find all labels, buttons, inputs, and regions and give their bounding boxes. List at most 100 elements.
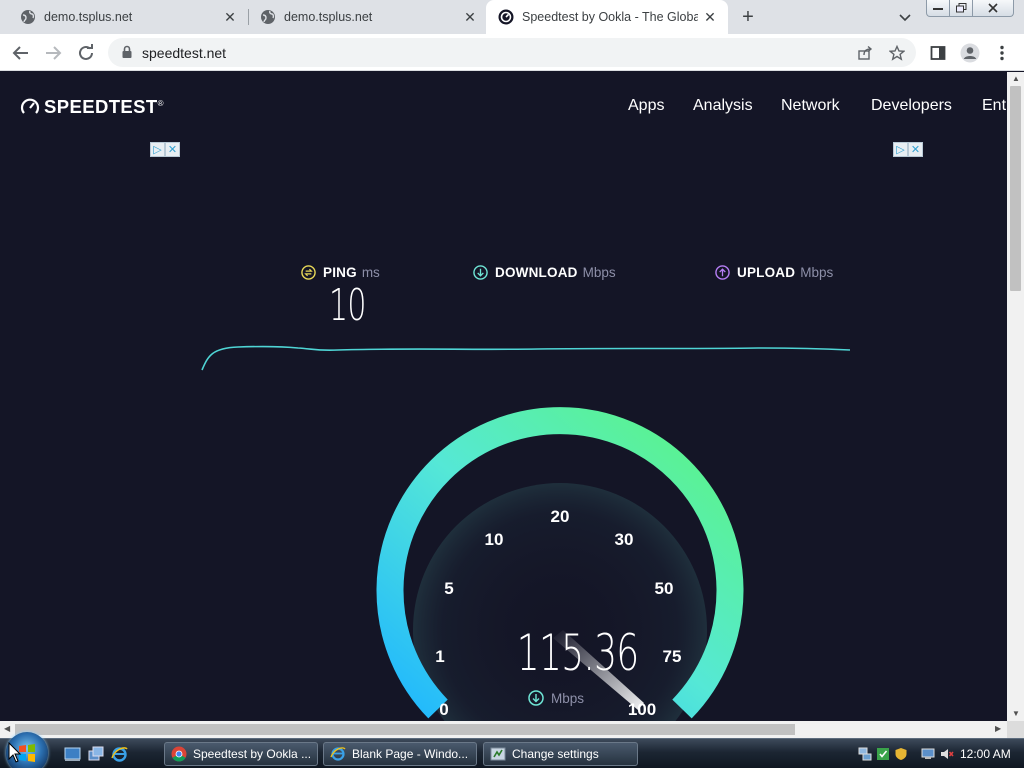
share-icon[interactable] xyxy=(857,45,873,61)
back-button[interactable] xyxy=(10,42,32,64)
download-arrow-icon xyxy=(528,690,544,706)
speed-unit-label: Mbps xyxy=(551,690,585,706)
ad-choices-left[interactable]: ▷ ✕ xyxy=(150,142,180,157)
taskbar-item-label: Blank Page - Windo... xyxy=(352,747,469,761)
tab-title: demo.tsplus.net xyxy=(284,10,373,24)
volume-muted-icon[interactable] xyxy=(940,747,954,761)
nav-developers[interactable]: Developers xyxy=(871,97,952,115)
taskbar: Speedtest by Ookla ... Blank Page - Wind… xyxy=(0,732,1024,768)
settings-icon xyxy=(490,747,506,761)
internet-explorer-icon[interactable] xyxy=(111,746,128,762)
download-arrow-icon xyxy=(473,265,488,280)
ping-metric: PING ms xyxy=(301,265,380,280)
arrow-right-icon xyxy=(46,46,62,60)
taskbar-item-change-settings[interactable]: Change settings xyxy=(483,742,638,766)
mouse-cursor-icon xyxy=(8,742,22,763)
horizontal-scrollbar[interactable]: ◀ ▶ xyxy=(0,721,1007,738)
gauge-tick-label: 1 xyxy=(435,647,444,666)
download-speed-value: 115.36 xyxy=(516,624,639,682)
nav-analysis[interactable]: Analysis xyxy=(693,97,753,115)
ad-choices-right[interactable]: ▷ ✕ xyxy=(893,142,923,157)
gauge-tick-label: 10 xyxy=(485,530,504,549)
close-window-button[interactable] xyxy=(972,0,1014,17)
tab-close-icon[interactable]: ✕ xyxy=(702,9,718,25)
upload-metric: UPLOAD Mbps xyxy=(715,265,833,280)
gauge-tick-label: 100 xyxy=(628,700,656,719)
tab-close-icon[interactable]: ✕ xyxy=(462,9,478,25)
upload-arrow-icon xyxy=(715,265,730,280)
window-controls xyxy=(926,0,1014,18)
horizontal-scroll-thumb[interactable] xyxy=(15,724,795,735)
scroll-up-arrow-icon[interactable]: ▲ xyxy=(1012,74,1020,83)
speed-unit: Mbps xyxy=(528,689,584,707)
ad-close-icon[interactable]: ✕ xyxy=(908,142,923,157)
reload-icon xyxy=(79,44,93,60)
show-desktop-icon[interactable] xyxy=(64,746,81,762)
scroll-down-arrow-icon[interactable]: ▼ xyxy=(1012,709,1020,718)
browser-toolbar: speedtest.net xyxy=(0,34,1024,71)
tab-demo-1[interactable]: demo.tsplus.net ✕ xyxy=(0,0,248,34)
ie-icon xyxy=(330,747,346,761)
screen: demo.tsplus.net ✕ demo.tsplus.net ✕ Spee… xyxy=(0,0,1024,768)
scrollbar-corner xyxy=(1007,721,1024,738)
tab-search-chevron-icon[interactable] xyxy=(896,8,914,26)
gauge-tick-label: 50 xyxy=(655,579,674,598)
ping-unit: ms xyxy=(361,265,380,280)
chrome-icon xyxy=(171,746,187,762)
shield-tray-icon[interactable] xyxy=(894,747,908,761)
tab-title: demo.tsplus.net xyxy=(44,10,133,24)
nav-enterprise[interactable]: Ent xyxy=(982,97,1006,115)
restore-icon xyxy=(955,3,966,13)
tab-speedtest[interactable]: Speedtest by Ookla - The Global ✕ xyxy=(486,0,728,34)
vertical-scrollbar[interactable]: ▲ ▼ xyxy=(1007,72,1024,721)
kebab-menu-icon xyxy=(1000,45,1004,61)
ad-choices-icon: ▷ xyxy=(150,142,165,157)
switch-windows-icon[interactable] xyxy=(88,746,105,762)
minimize-icon xyxy=(933,8,943,10)
minimize-button[interactable] xyxy=(926,0,950,17)
address-bar[interactable]: speedtest.net xyxy=(108,38,916,67)
new-tab-button[interactable]: + xyxy=(736,5,760,29)
tab-close-icon[interactable]: ✕ xyxy=(222,9,238,25)
lock-icon[interactable] xyxy=(120,45,134,59)
profile-button[interactable] xyxy=(960,43,980,63)
browser-menu-button[interactable] xyxy=(992,43,1012,63)
globe-icon xyxy=(261,10,275,24)
profile-avatar-icon xyxy=(960,43,980,63)
restore-button[interactable] xyxy=(949,0,973,17)
ping-label: PING xyxy=(323,265,357,280)
taskbar-clock[interactable]: 12:00 AM xyxy=(960,747,1011,761)
download-graph-line xyxy=(201,345,851,371)
side-panel-button[interactable] xyxy=(928,43,948,63)
taskbar-item-label: Speedtest by Ookla ... xyxy=(193,747,312,761)
url-text[interactable]: speedtest.net xyxy=(142,45,226,61)
tab-strip: demo.tsplus.net ✕ demo.tsplus.net ✕ Spee… xyxy=(0,0,1024,34)
speedtest-page: SPEEDTEST ® Apps Analysis Network Develo… xyxy=(0,72,1007,721)
download-label: DOWNLOAD xyxy=(495,265,578,280)
gauge-tick-label: 5 xyxy=(444,579,453,598)
download-unit: Mbps xyxy=(582,265,616,280)
taskbar-item-speedtest[interactable]: Speedtest by Ookla ... xyxy=(164,742,318,766)
reload-button[interactable] xyxy=(75,42,97,64)
close-icon xyxy=(988,3,998,13)
ad-close-icon[interactable]: ✕ xyxy=(165,142,180,157)
bookmark-star-icon[interactable] xyxy=(889,45,905,61)
nav-network[interactable]: Network xyxy=(781,97,840,115)
arrow-left-icon xyxy=(12,46,28,60)
security-tray-icon[interactable] xyxy=(876,747,890,761)
display-tray-icon[interactable] xyxy=(921,747,935,761)
tab-demo-2[interactable]: demo.tsplus.net ✕ xyxy=(240,0,488,34)
nav-apps[interactable]: Apps xyxy=(628,97,664,115)
taskbar-item-blank-page[interactable]: Blank Page - Windo... xyxy=(323,742,477,766)
speedtest-logo[interactable]: SPEEDTEST ® xyxy=(20,96,164,117)
gauge-tick-label: 0 xyxy=(439,700,448,719)
speedtest-logo-icon xyxy=(20,98,40,114)
download-graph xyxy=(201,345,851,371)
forward-button[interactable] xyxy=(42,42,64,64)
download-metric: DOWNLOAD Mbps xyxy=(473,265,616,280)
vertical-scroll-thumb[interactable] xyxy=(1010,86,1021,291)
scroll-right-arrow-icon[interactable]: ▶ xyxy=(995,724,1001,733)
side-panel-icon xyxy=(930,46,946,60)
network-tray-icon[interactable] xyxy=(858,747,872,761)
globe-icon xyxy=(21,10,35,24)
